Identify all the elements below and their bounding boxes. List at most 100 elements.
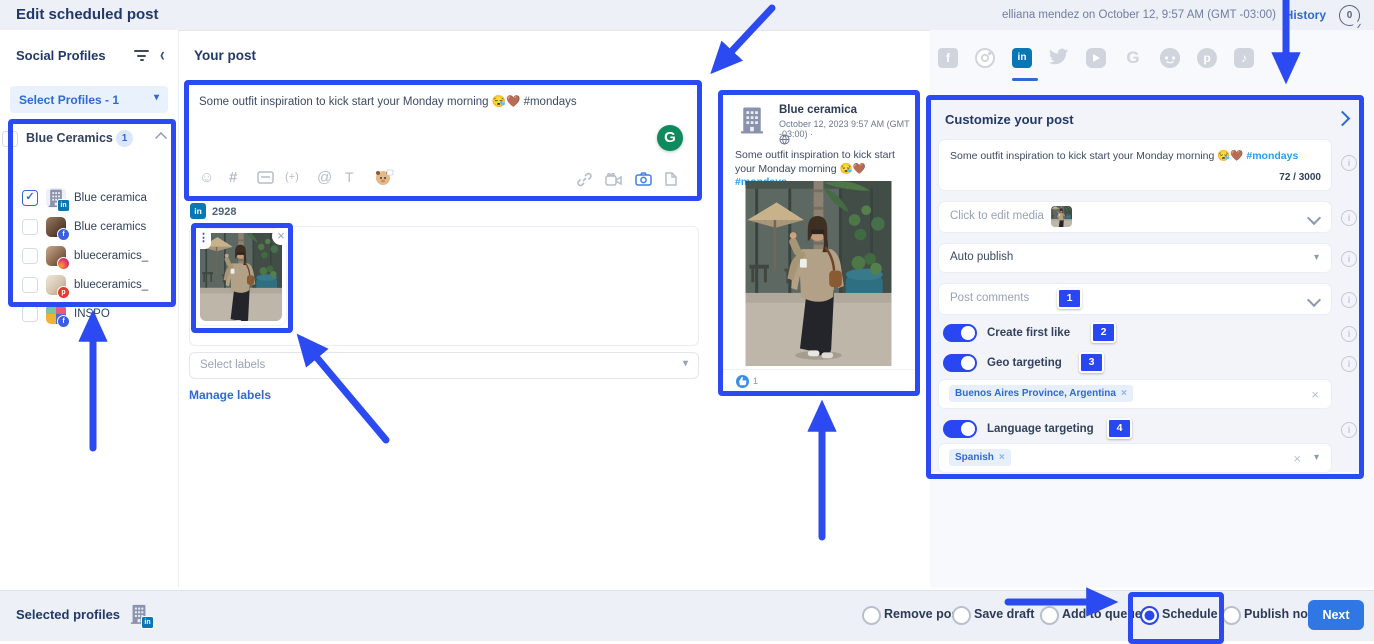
remove-tag-icon[interactable]: × [1121, 388, 1127, 399]
instagram-profile-avatar [46, 246, 66, 266]
video-icon[interactable] [605, 173, 622, 190]
next-button[interactable]: Next [1308, 600, 1364, 630]
preview-profile-name: Blue ceramica [779, 104, 857, 116]
text-format-icon[interactable]: T [345, 169, 354, 185]
globe-icon [779, 132, 790, 150]
sidebar-title: Social Profiles [16, 48, 106, 63]
auto-publish-dropdown[interactable]: Auto publish ▾ [939, 244, 1331, 272]
chevron-down-icon [1307, 211, 1321, 225]
profile-group-name: Blue Ceramics [26, 131, 113, 145]
emoji-picker-icon[interactable]: ☺ [199, 169, 214, 186]
geo-targeting-tags-field[interactable]: Buenos Aires Province, Argentina× × [939, 380, 1331, 408]
profile-row-blue-ceramica[interactable]: ✓ in Blue ceramica [0, 185, 178, 213]
youtube-icon [1086, 48, 1106, 68]
linkedin-badge-icon: in [190, 203, 206, 219]
pinterest-icon: p [1197, 48, 1217, 68]
network-tab-facebook[interactable]: f [938, 48, 960, 70]
create-first-like-toggle[interactable] [943, 324, 977, 342]
profile-checkbox[interactable] [22, 248, 38, 264]
selected-profile-building-icon: in [128, 603, 150, 625]
post-text-editor[interactable]: Some outfit inspiration to kick start yo… [189, 85, 697, 196]
hashtag-icon[interactable]: # [229, 169, 237, 186]
customize-post-text-field[interactable]: Some outfit inspiration to kick start yo… [939, 140, 1331, 190]
info-icon[interactable]: i [1341, 326, 1357, 342]
pinterest-badge-icon: p [57, 286, 70, 299]
network-tab-linkedin-active[interactable]: in [1012, 48, 1034, 70]
network-tab-reddit[interactable] [1160, 48, 1182, 70]
select-labels-dropdown[interactable]: Select labels ▾ [189, 352, 699, 379]
info-icon[interactable]: i [1341, 210, 1357, 226]
network-tab-google[interactable]: G [1123, 48, 1145, 70]
edit-media-row[interactable]: Click to edit media [939, 202, 1331, 232]
mention-icon[interactable]: @ [317, 169, 332, 186]
radio-save-draft[interactable] [952, 606, 971, 625]
variable-icon[interactable]: (+) [285, 171, 299, 183]
preview-reactions-row: 1 [723, 369, 915, 392]
geo-targeting-toggle[interactable] [943, 354, 977, 372]
radio-label-publish-now[interactable]: Publish now [1244, 607, 1318, 621]
company-building-icon [737, 105, 767, 135]
editor-toolbar: ☺ # (+) @ T [199, 169, 559, 189]
collapse-sidebar-icon[interactable]: ‹ [160, 43, 165, 65]
info-icon[interactable]: i [1341, 251, 1357, 267]
history-link[interactable]: History [1285, 8, 1326, 22]
network-tab-youtube[interactable] [1086, 48, 1108, 70]
select-profiles-dropdown[interactable]: Select Profiles - 1 ▾ [10, 86, 168, 113]
link-icon[interactable] [577, 172, 592, 191]
profile-row-blue-ceramics[interactable]: f Blue ceramics [0, 214, 178, 242]
network-tab-tiktok[interactable]: ♪ [1234, 48, 1256, 70]
radio-remove-post[interactable] [862, 606, 881, 625]
language-targeting-tags-field[interactable]: Spanish× × ▾ [939, 444, 1331, 472]
radio-publish-now[interactable] [1222, 606, 1241, 625]
info-icon[interactable]: i [1341, 356, 1357, 372]
info-icon[interactable]: i [1341, 292, 1357, 308]
remove-tag-icon[interactable]: × [999, 452, 1005, 463]
like-reaction-icon [736, 375, 749, 388]
network-tab-instagram[interactable] [975, 48, 997, 70]
network-tab-pinterest[interactable]: p [1197, 48, 1219, 70]
radio-label-save-draft[interactable]: Save draft [974, 607, 1034, 621]
profile-checkbox[interactable] [22, 306, 38, 322]
radio-label-schedule[interactable]: Schedule [1162, 607, 1218, 621]
geo-tag-chip: Buenos Aires Province, Argentina× [949, 385, 1133, 402]
google-icon: G [1123, 48, 1143, 68]
radio-label-remove-post[interactable]: Remove post [884, 607, 963, 621]
grammarly-icon[interactable]: G [657, 125, 683, 151]
post-text[interactable]: Some outfit inspiration to kick start yo… [199, 95, 679, 111]
profile-row-blueceramics-instagram[interactable]: blueceramics_ [0, 243, 178, 271]
page-header: Edit scheduled post elliana mendez on Oc… [0, 0, 1374, 31]
media-thumbnail-image[interactable] [200, 233, 282, 321]
remove-media-icon[interactable]: × [272, 227, 290, 245]
profile-checkbox[interactable]: ✓ [22, 190, 38, 206]
radio-label-add-to-queue[interactable]: Add to queue [1062, 607, 1142, 621]
profile-checkbox[interactable] [22, 277, 38, 293]
network-tab-twitter[interactable] [1049, 48, 1071, 70]
clear-field-icon[interactable]: × [1311, 387, 1319, 402]
info-icon[interactable]: i [1341, 155, 1357, 171]
profile-checkbox[interactable] [22, 219, 38, 235]
clear-field-icon[interactable]: × [1293, 451, 1301, 466]
camera-icon[interactable] [635, 172, 652, 190]
info-icon[interactable]: i [1341, 422, 1357, 438]
group-checkbox[interactable] [2, 131, 18, 147]
history-count-icon[interactable]: 0 [1339, 5, 1360, 26]
profile-row-inspo[interactable]: f INSPO [0, 301, 178, 329]
radio-add-to-queue[interactable] [1040, 606, 1059, 625]
facebook-icon: f [938, 48, 958, 68]
media-thumbnail-card[interactable]: ⋮ × [196, 229, 286, 325]
auto-publish-label: Auto publish [950, 251, 1013, 263]
radio-schedule-selected[interactable] [1140, 606, 1159, 625]
filter-icon[interactable] [134, 50, 150, 62]
chevron-up-icon[interactable] [155, 132, 167, 144]
language-targeting-toggle[interactable] [943, 420, 977, 438]
chevron-right-icon[interactable] [1335, 111, 1351, 127]
document-icon[interactable] [665, 172, 677, 190]
profile-row-blueceramics-pinterest[interactable]: p blueceramics_ [0, 272, 178, 300]
image-placeholder-icon[interactable] [257, 171, 274, 188]
media-options-kebab-icon[interactable]: ⋮ [196, 229, 211, 249]
manage-labels-link[interactable]: Manage labels [189, 388, 271, 402]
bee-assistant-icon[interactable] [375, 169, 394, 190]
active-tab-underline [1012, 78, 1038, 81]
post-comments-row[interactable]: Post comments 1 [939, 284, 1331, 314]
step-badge-4: 4 [1107, 418, 1132, 439]
